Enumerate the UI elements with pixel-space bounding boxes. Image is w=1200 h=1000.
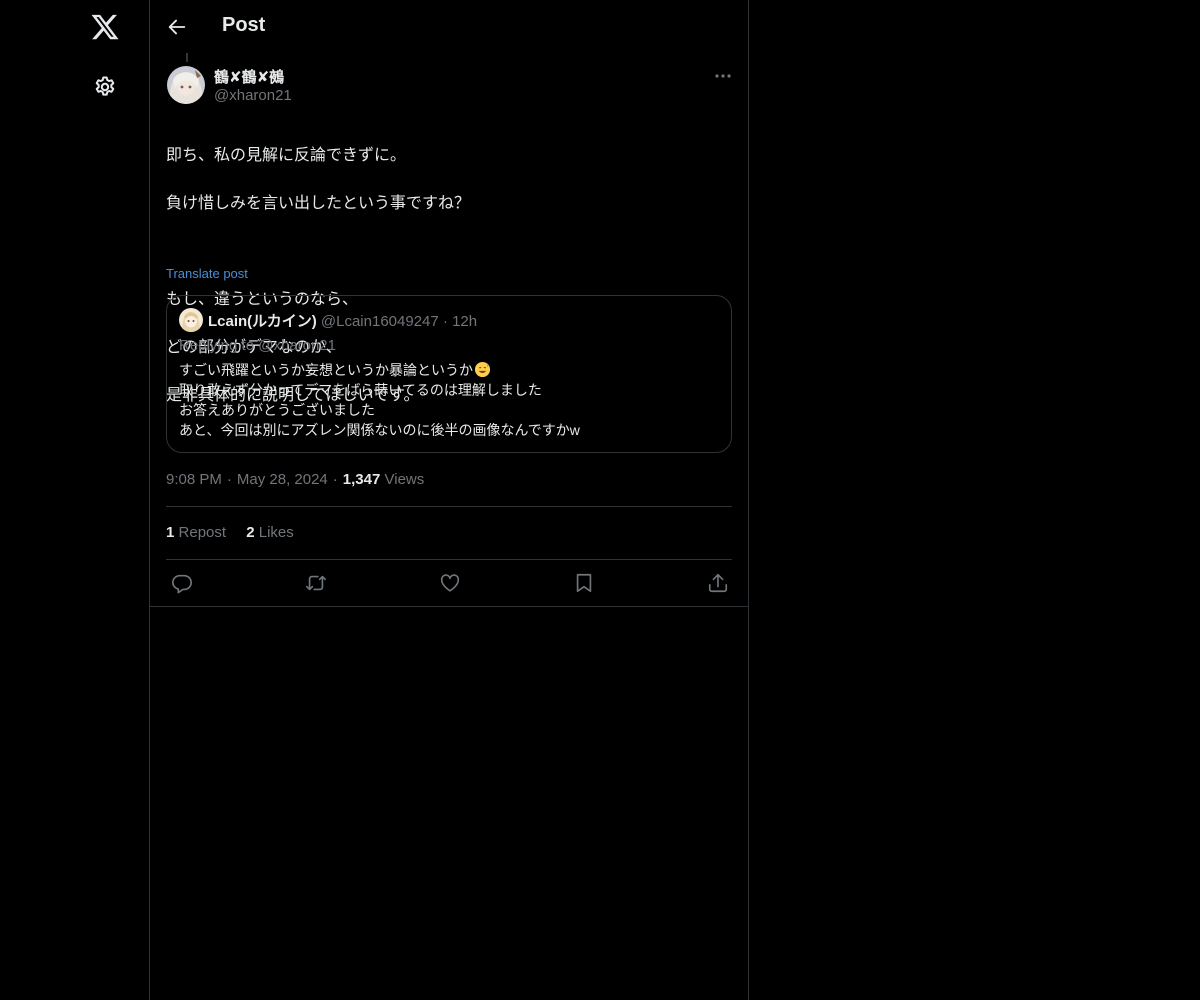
engagement-stats: 1 Repost 2 Likes — [166, 524, 310, 541]
quote-replying-to: Replying to @xharon21 — [179, 337, 336, 354]
left-sidebar — [0, 0, 149, 1000]
post-text-line — [166, 240, 732, 264]
like-icon[interactable] — [439, 572, 461, 594]
post-meta: 9:08 PM · May 28, 2024 · 1,347 Views — [166, 471, 424, 488]
reposts-stat[interactable]: 1 Repost — [166, 524, 226, 541]
quote-text-line: 取り敢えず分かってデマをばら蒔いてるのは理解しました — [179, 382, 542, 398]
quote-author-name: Lcain(ルカイン) — [208, 313, 317, 330]
divider — [166, 506, 732, 507]
thread-connector-line — [186, 53, 188, 62]
divider — [150, 606, 748, 607]
quote-text-line: お答えありがとうございました — [179, 402, 375, 418]
quote-header: Lcain(ルカイン) @Lcain16049247 · 12h — [208, 310, 477, 331]
separator-dot: · — [226, 471, 232, 488]
translate-post-link[interactable]: Translate post — [166, 266, 248, 281]
x-logo-icon[interactable] — [90, 12, 120, 42]
reply-icon[interactable] — [171, 572, 193, 594]
quote-avatar — [179, 308, 203, 332]
arrow-left-icon[interactable] — [166, 16, 188, 38]
likes-stat[interactable]: 2 Likes — [246, 524, 294, 541]
author-handle[interactable]: @xharon21 — [214, 87, 292, 104]
quote-author-handle: @Lcain16049247 — [320, 313, 439, 330]
avatar[interactable] — [167, 66, 205, 104]
post-time[interactable]: 9:08 PM — [166, 471, 222, 488]
post-text-line: 即ち、私の見解に反論できずに。 — [166, 147, 407, 164]
share-icon[interactable] — [707, 572, 729, 594]
bookmark-icon[interactable] — [573, 572, 595, 594]
post-date[interactable]: May 28, 2024 — [237, 471, 328, 488]
views-label: Views — [384, 471, 425, 488]
quote-text-line-content: すごい飛躍というか妄想というか暴論というか — [179, 362, 473, 378]
quoted-post[interactable]: Lcain(ルカイン) @Lcain16049247 · 12h Replyin… — [166, 295, 732, 453]
page-title: Post — [222, 14, 266, 36]
quote-text: すごい飛躍というか妄想というか暴論というか 取り敢えず分かってデマをばら蒔いてる… — [179, 360, 580, 440]
post-text-line: 負け惜しみを言い出したという事ですね？ — [166, 195, 471, 212]
views-count: 1,347 — [342, 471, 381, 488]
likes-label: Likes — [258, 524, 294, 541]
repost-icon[interactable] — [305, 572, 327, 594]
reposts-label: Repost — [178, 524, 227, 541]
quote-time: 12h — [452, 313, 478, 330]
likes-count: 2 — [246, 524, 255, 541]
post-column: Post 鶴✘鶴✘鵺 @xharon21 即ち、私の見解に反論できずに。 負け惜… — [149, 0, 749, 1000]
separator-dot: · — [442, 313, 448, 330]
divider — [166, 559, 732, 560]
page-header: Post — [150, 0, 748, 53]
quote-text-line: あと、今回は別にアズレン関係ないのに後半の画像なんですかw — [179, 422, 580, 438]
separator-dot: · — [332, 471, 338, 488]
sweat-smile-emoji-icon — [474, 361, 491, 378]
author-name[interactable]: 鶴✘鶴✘鵺 — [214, 66, 284, 87]
more-options-icon[interactable] — [713, 66, 733, 86]
gear-icon[interactable] — [93, 75, 117, 99]
reposts-count: 1 — [166, 524, 175, 541]
quote-text-line: すごい飛躍というか妄想というか暴論というか — [179, 360, 580, 380]
